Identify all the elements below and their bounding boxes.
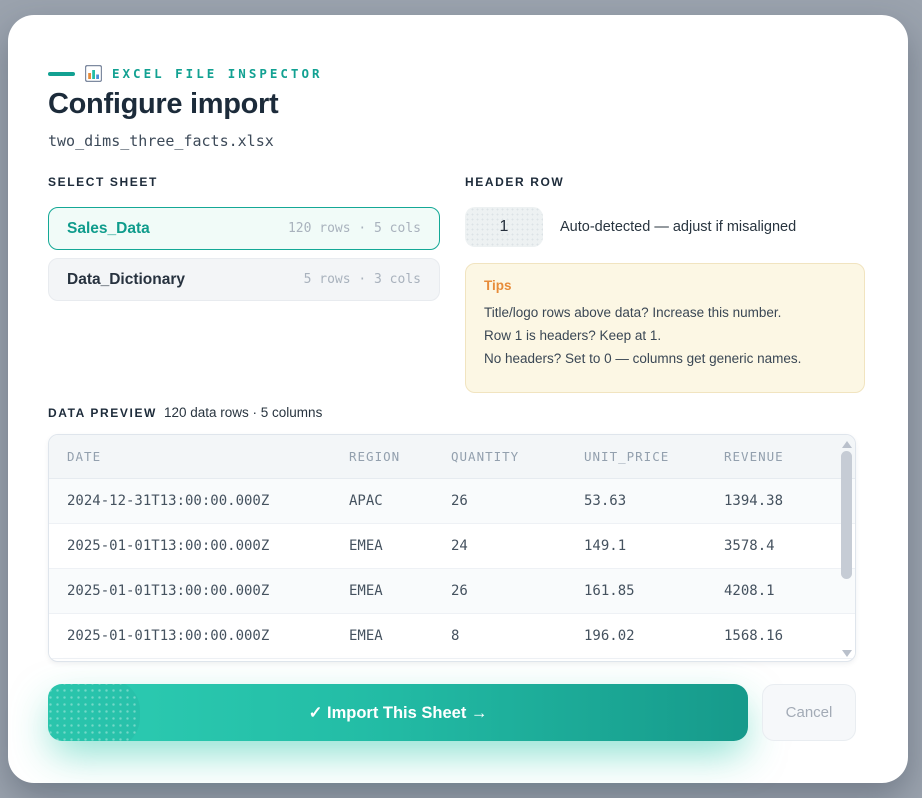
cell-revenue: 3578.4	[724, 538, 855, 554]
cell-unit-price: 53.63	[584, 493, 724, 509]
sheet-card-sales-data[interactable]: Sales_Data 120 rows · 5 cols	[48, 207, 440, 250]
cell-region: EMEA	[349, 628, 451, 644]
cell-revenue: 1568.16	[724, 628, 855, 644]
scrollbar-thumb[interactable]	[841, 451, 852, 579]
header-row-label: HEADER ROW	[465, 175, 564, 189]
preview-table: DATE REGION QUANTITY UNIT_PRICE REVENUE …	[48, 434, 856, 662]
page-title: Configure import	[48, 88, 278, 121]
cell-revenue: 1394.38	[724, 493, 855, 509]
bar-chart-icon	[85, 65, 102, 82]
app-title: EXCEL FILE INSPECTOR	[112, 66, 323, 81]
import-sheet-button-label: ✓ Import This Sheet →	[309, 704, 488, 722]
tips-line: Title/logo rows above data? Increase thi…	[484, 301, 846, 324]
cell-unit-price: 149.1	[584, 538, 724, 554]
cell-region: EMEA	[349, 538, 451, 554]
table-row: 2025-01-01T13:00:00.000Z EMEA 24 149.1 3…	[49, 524, 855, 569]
cell-date: 2025-01-01T13:00:00.000Z	[67, 583, 349, 599]
select-sheet-label: SELECT SHEET	[48, 175, 158, 189]
data-preview-header: DATA PREVIEW 120 data rows · 5 columns	[48, 405, 322, 420]
import-config-modal: EXCEL FILE INSPECTOR Configure import tw…	[8, 15, 908, 783]
cell-unit-price: 161.85	[584, 583, 724, 599]
tips-box: Tips Title/logo rows above data? Increas…	[465, 263, 865, 393]
column-header-unit-price: UNIT_PRICE	[584, 449, 724, 464]
import-sheet-button[interactable]: ✓ Import This Sheet →	[48, 684, 748, 741]
table-row: 2024-12-31T13:00:00.000Z APAC 26 53.63 1…	[49, 479, 855, 524]
data-preview-label: DATA PREVIEW	[48, 406, 157, 420]
cell-date: 2024-12-31T13:00:00.000Z	[67, 493, 349, 509]
scrollbar-up-arrow-icon[interactable]	[842, 441, 852, 448]
column-header-date: DATE	[67, 449, 349, 464]
table-header-row: DATE REGION QUANTITY UNIT_PRICE REVENUE	[49, 435, 855, 479]
data-preview-meta: 120 data rows · 5 columns	[164, 405, 322, 420]
cell-revenue: 4208.1	[724, 583, 855, 599]
table-scrollbar[interactable]	[840, 437, 853, 661]
cell-region: EMEA	[349, 583, 451, 599]
sheet-meta: 120 rows · 5 cols	[288, 221, 421, 236]
scrollbar-down-arrow-icon[interactable]	[842, 650, 852, 657]
filename-label: two_dims_three_facts.xlsx	[48, 132, 274, 150]
cell-quantity: 24	[451, 538, 584, 554]
tips-title: Tips	[484, 278, 846, 293]
column-header-quantity: QUANTITY	[451, 449, 584, 464]
header-row-input[interactable]	[465, 207, 543, 247]
column-header-revenue: REVENUE	[724, 449, 855, 464]
cell-quantity: 8	[451, 628, 584, 644]
cell-region: APAC	[349, 493, 451, 509]
cell-quantity: 26	[451, 493, 584, 509]
cell-date: 2025-01-01T13:00:00.000Z	[67, 538, 349, 554]
sheet-card-data-dictionary[interactable]: Data_Dictionary 5 rows · 3 cols	[48, 258, 440, 301]
brand-header: EXCEL FILE INSPECTOR	[48, 65, 323, 82]
tips-line: No headers? Set to 0 — columns get gener…	[484, 347, 846, 370]
cell-quantity: 26	[451, 583, 584, 599]
sheet-name: Sales_Data	[67, 220, 150, 238]
accent-dash	[48, 72, 75, 76]
sheet-meta: 5 rows · 3 cols	[304, 272, 421, 287]
cancel-button[interactable]: Cancel	[762, 684, 856, 741]
table-row: 2025-01-01T13:00:00.000Z EMEA 8 196.02 1…	[49, 614, 855, 659]
column-header-region: REGION	[349, 449, 451, 464]
header-row-hint: Auto-detected — adjust if misaligned	[560, 219, 796, 235]
sheet-name: Data_Dictionary	[67, 271, 185, 289]
cell-unit-price: 196.02	[584, 628, 724, 644]
table-row: 2025-01-01T13:00:00.000Z EMEA 26 161.85 …	[49, 569, 855, 614]
tips-line: Row 1 is headers? Keep at 1.	[484, 324, 846, 347]
cell-date: 2025-01-01T13:00:00.000Z	[67, 628, 349, 644]
